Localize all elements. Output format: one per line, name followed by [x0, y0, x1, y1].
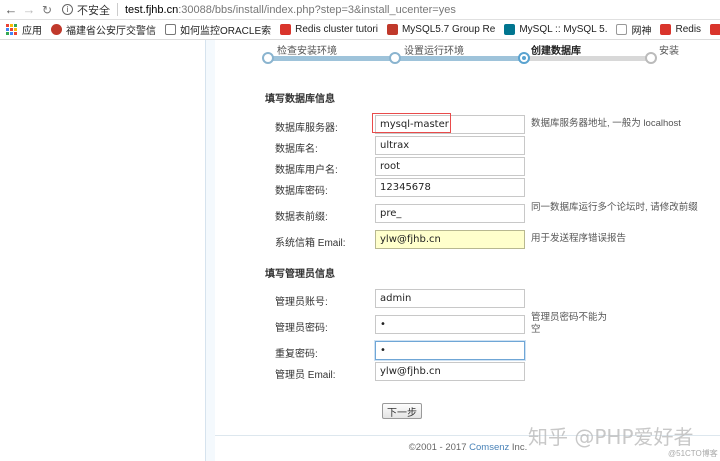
step-label-install: 安装: [659, 46, 679, 57]
page-icon: [165, 24, 176, 35]
bookmark-item[interactable]: 如何监控ORACLE索: [165, 22, 271, 37]
mysql-icon: [504, 24, 516, 35]
security-status[interactable]: 不安全: [77, 2, 110, 18]
bookmark-item[interactable]: 福建省公安厅交警信: [51, 22, 156, 37]
page-icon: [616, 24, 628, 35]
bookmark-item[interactable]: MySQL :: MySQL 5.: [504, 24, 607, 35]
step-label-runtime-env: 设置运行环境: [404, 46, 464, 57]
system-email-label: 系统信箱 Email:: [275, 238, 346, 249]
install-panel: 检查安装环境 设置运行环境 创建数据库 安装 填写数据库信息 数据库服务器: m…: [205, 40, 720, 461]
db-password-input[interactable]: 12345678: [375, 178, 525, 197]
db-user-input[interactable]: root: [375, 157, 525, 176]
c-logo-icon: [386, 24, 398, 35]
system-email-input[interactable]: ylw@fjhb.cn: [375, 230, 525, 249]
db-name-input[interactable]: ultrax: [375, 136, 525, 155]
table-prefix-input[interactable]: pre_: [375, 204, 525, 223]
db-section-title: 填写数据库信息: [265, 94, 335, 105]
bookmark-item[interactable]: 网神: [616, 22, 651, 37]
db-name-row: 数据库名: ultrax: [275, 136, 715, 155]
admin-password-hint: 管理员密码不能为空: [531, 312, 608, 335]
admin-account-row: 管理员账号: admin: [275, 289, 715, 308]
db-user-row: 数据库用户名: root: [275, 157, 715, 176]
watermark: 知乎 @PHP爱好者: [528, 425, 694, 449]
install-content: 检查安装环境 设置运行环境 创建数据库 安装 填写数据库信息 数据库服务器: m…: [215, 40, 720, 461]
db-password-row: 数据库密码: 12345678: [275, 178, 715, 197]
table-prefix-row: 数据表前缀: pre_ 同一数据库运行多个论坛时, 请修改前缀: [275, 202, 715, 223]
redis-icon: [280, 24, 292, 35]
admin-email-label: 管理员 Email:: [275, 370, 336, 381]
apps-grid-icon[interactable]: [6, 24, 17, 35]
bookmarks-bar: 应用 福建省公安厅交警信 如何监控ORACLE索 Redis cluster t…: [0, 20, 720, 40]
admin-account-input[interactable]: admin: [375, 289, 525, 308]
redis-icon: [660, 24, 672, 35]
police-badge-icon: [51, 24, 62, 35]
admin-password-row: 管理员密码: • 管理员密码不能为空: [275, 312, 715, 335]
step-labels: 检查安装环境 设置运行环境 创建数据库 安装: [215, 42, 720, 57]
back-arrow-icon[interactable]: ←: [2, 1, 20, 19]
watermark-sub: @51CTO博客: [668, 449, 718, 458]
step-dot-check-env: [262, 52, 274, 64]
comsenz-link[interactable]: Comsenz: [469, 442, 509, 453]
table-prefix-label: 数据表前缀:: [275, 212, 328, 223]
bookmark-item[interactable]: Redis: [660, 24, 701, 35]
url-host[interactable]: test.fjhb.cn: [125, 4, 178, 16]
db-password-label: 数据库密码:: [275, 186, 328, 197]
admin-email-input[interactable]: ylw@fjhb.cn: [375, 362, 525, 381]
step-dot-runtime-env: [389, 52, 401, 64]
repeat-password-row: 重复密码: •: [275, 341, 715, 360]
db-server-input[interactable]: mysql-master: [375, 115, 525, 134]
url-path[interactable]: :30088/bbs/install/index.php?step=3&inst…: [178, 4, 456, 16]
admin-password-input[interactable]: •: [375, 315, 525, 334]
table-prefix-hint: 同一数据库运行多个论坛时, 请修改前缀: [531, 202, 698, 213]
repeat-password-input[interactable]: •: [375, 341, 525, 360]
reload-icon[interactable]: ↻: [38, 1, 56, 19]
forward-arrow-icon[interactable]: →: [20, 1, 38, 19]
bookmark-apps[interactable]: 应用: [22, 22, 42, 37]
admin-account-label: 管理员账号:: [275, 297, 328, 308]
db-user-label: 数据库用户名:: [275, 165, 338, 176]
step-label-create-db: 创建数据库: [531, 46, 581, 57]
db-name-label: 数据库名:: [275, 144, 318, 155]
admin-password-label: 管理员密码:: [275, 323, 328, 334]
repeat-password-label: 重复密码:: [275, 349, 318, 360]
step-dot-install: [645, 52, 657, 64]
redis-icon: [710, 24, 720, 35]
next-step-button[interactable]: 下一步: [382, 403, 422, 419]
step-label-check-env: 检查安装环境: [277, 46, 337, 57]
info-icon[interactable]: i: [62, 4, 73, 15]
db-server-hint: 数据库服务器地址, 一般为 localhost: [531, 118, 681, 129]
system-email-row: 系统信箱 Email: ylw@fjhb.cn 用于发送程序错误报告: [275, 230, 715, 249]
step-dot-create-db: [518, 52, 530, 64]
db-server-row: 数据库服务器: mysql-master 数据库服务器地址, 一般为 local…: [275, 113, 715, 134]
db-server-label: 数据库服务器:: [275, 123, 338, 134]
admin-section-title: 填写管理员信息: [265, 269, 335, 280]
url-divider: [117, 3, 118, 16]
bookmark-item[interactable]: MySQL5.7 Group Re: [386, 24, 495, 35]
bookmark-item[interactable]: redis: [710, 24, 720, 35]
address-bar: ← → ↻ i 不安全 test.fjhb.cn:30088/bbs/insta…: [0, 0, 720, 20]
system-email-hint: 用于发送程序错误报告: [531, 233, 627, 244]
admin-email-row: 管理员 Email: ylw@fjhb.cn: [275, 362, 715, 381]
bookmark-item[interactable]: Redis cluster tutori: [280, 24, 378, 35]
